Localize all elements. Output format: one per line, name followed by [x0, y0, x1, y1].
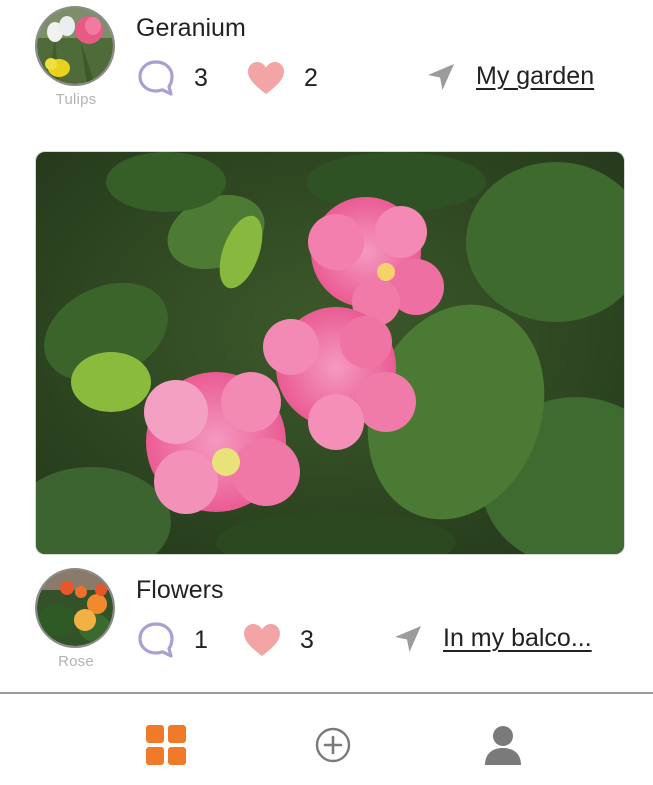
- like-count: 2: [304, 64, 318, 92]
- comment-count: 1: [194, 626, 208, 654]
- comment-bubble-icon[interactable]: [136, 620, 176, 660]
- avatar[interactable]: [35, 568, 115, 648]
- comment-bubble-icon[interactable]: [136, 58, 176, 98]
- location-arrow-icon: [428, 64, 454, 90]
- grid-icon[interactable]: [145, 724, 187, 766]
- post-author[interactable]: Rose: [35, 568, 117, 670]
- comment-count: 3: [194, 64, 208, 92]
- post-feed: Tulips Geranium 3 2 My garden Rose Flowe…: [0, 0, 653, 692]
- location-link[interactable]: My garden: [476, 62, 594, 91]
- post-author[interactable]: Tulips: [35, 6, 117, 108]
- person-icon[interactable]: [482, 724, 524, 766]
- plus-circle-icon[interactable]: [312, 724, 354, 766]
- heart-icon[interactable]: [246, 60, 286, 96]
- post-stats: 1 3 In my balco...: [136, 620, 626, 660]
- post-photo[interactable]: [35, 151, 625, 555]
- post-title[interactable]: Geranium: [136, 14, 246, 43]
- like-count: 3: [300, 626, 314, 654]
- avatar[interactable]: [35, 6, 115, 86]
- post-header: Tulips Geranium 3 2 My garden: [0, 0, 653, 110]
- post-header: Rose Flowers 1 3 In my balco...: [0, 562, 653, 672]
- location-link[interactable]: In my balco...: [443, 624, 592, 653]
- avatar-caption: Rose: [58, 653, 94, 670]
- location-arrow-icon: [395, 626, 421, 652]
- avatar-caption: Tulips: [55, 91, 97, 108]
- post-stats: 3 2 My garden: [136, 58, 626, 98]
- bottom-tab-bar: [0, 694, 653, 785]
- post-title[interactable]: Flowers: [136, 576, 224, 605]
- heart-icon[interactable]: [242, 622, 282, 658]
